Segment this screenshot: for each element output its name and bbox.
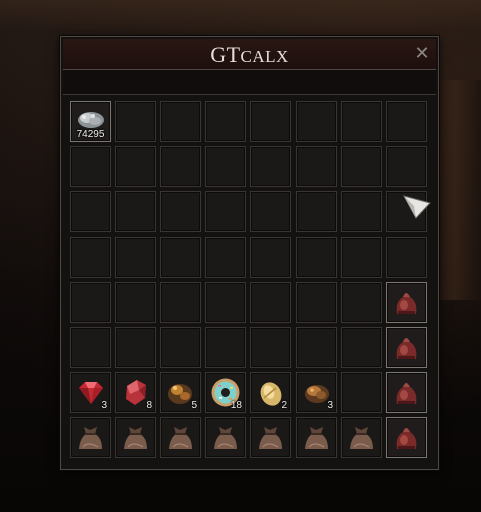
item-quantity: 18: [230, 400, 242, 411]
inventory-slot-empty[interactable]: [160, 282, 201, 323]
background-top-shade: [0, 0, 481, 30]
inventory-slot-empty[interactable]: [70, 237, 111, 278]
inventory-slot-empty[interactable]: [386, 146, 427, 187]
inventory-slot-empty[interactable]: [296, 146, 337, 187]
inventory-slot-empty[interactable]: [341, 237, 382, 278]
inventory-slot-red-bag-1[interactable]: [386, 282, 427, 323]
inventory-slot-empty[interactable]: [250, 191, 291, 232]
title-small-caps-text: CALX: [240, 47, 289, 66]
inventory-slot-ruby-gem[interactable]: 3: [70, 372, 111, 413]
inventory-slot-red-bag-4[interactable]: [386, 417, 427, 458]
inventory-slot-sack-5[interactable]: [250, 417, 291, 458]
inventory-slot-empty[interactable]: [70, 191, 111, 232]
inventory-slot-empty[interactable]: [115, 191, 156, 232]
inventory-grid: 74295 3 8 5 18 2 3: [70, 101, 432, 465]
title-main-text: GT: [210, 42, 241, 67]
inventory-slot-silver-ore[interactable]: 74295: [70, 101, 111, 142]
inventory-slot-empty[interactable]: [115, 327, 156, 368]
window-titlebar[interactable]: GTCALX ✕: [63, 39, 436, 70]
inventory-slot-empty[interactable]: [160, 237, 201, 278]
inventory-slot-empty[interactable]: [115, 282, 156, 323]
inventory-slot-red-bag-3[interactable]: [386, 372, 427, 413]
window-title: GTCALX: [63, 42, 436, 68]
sack-icon: [300, 421, 333, 454]
inventory-slot-empty[interactable]: [115, 146, 156, 187]
item-quantity: 8: [146, 400, 152, 411]
sack-icon: [254, 421, 287, 454]
inventory-slot-empty[interactable]: [250, 146, 291, 187]
sack-icon: [345, 421, 378, 454]
inventory-slot-empty[interactable]: [296, 327, 337, 368]
inventory-slot-empty[interactable]: [296, 191, 337, 232]
inventory-slot-empty[interactable]: [250, 237, 291, 278]
inventory-slot-empty[interactable]: [341, 327, 382, 368]
item-quantity: 2: [281, 400, 287, 411]
inventory-slot-empty[interactable]: [160, 327, 201, 368]
inventory-slot-empty[interactable]: [386, 101, 427, 142]
inventory-slot-empty[interactable]: [250, 327, 291, 368]
sack-icon: [74, 421, 107, 454]
inventory-slot-empty[interactable]: [250, 282, 291, 323]
close-icon[interactable]: ✕: [413, 45, 431, 63]
inventory-slot-empty[interactable]: [386, 237, 427, 278]
inventory-slot-empty[interactable]: [70, 327, 111, 368]
inventory-slot-empty[interactable]: [160, 146, 201, 187]
sack-icon: [209, 421, 242, 454]
item-quantity: 5: [191, 400, 197, 411]
inventory-slot-empty[interactable]: [160, 101, 201, 142]
inventory-slot-empty[interactable]: [160, 191, 201, 232]
inventory-slot-red-crystal[interactable]: 8: [115, 372, 156, 413]
inventory-slot-bread-item[interactable]: 2: [250, 372, 291, 413]
inventory-slot-empty[interactable]: [205, 327, 246, 368]
inventory-slot-sack-2[interactable]: [115, 417, 156, 458]
sack-icon: [164, 421, 197, 454]
item-quantity: 3: [327, 400, 333, 411]
background-wood-panel: [437, 80, 481, 300]
inventory-slot-sack-4[interactable]: [205, 417, 246, 458]
inventory-window: GTCALX ✕ 74295 3 8 5 18 2 3: [60, 36, 439, 470]
red-bag-icon: [390, 376, 423, 409]
sack-icon: [119, 421, 152, 454]
inventory-slot-amber-ore[interactable]: 5: [160, 372, 201, 413]
inventory-slot-sack-7[interactable]: [341, 417, 382, 458]
inventory-slot-empty[interactable]: [205, 146, 246, 187]
inventory-slot-empty[interactable]: [250, 101, 291, 142]
inventory-slot-brown-rock[interactable]: 3: [296, 372, 337, 413]
inventory-slot-sack-6[interactable]: [296, 417, 337, 458]
inventory-slot-red-bag-2[interactable]: [386, 327, 427, 368]
inventory-slot-sack-1[interactable]: [70, 417, 111, 458]
red-bag-icon: [390, 421, 423, 454]
inventory-slot-empty[interactable]: [205, 282, 246, 323]
inventory-slot-empty[interactable]: [70, 146, 111, 187]
inventory-slot-empty[interactable]: [70, 282, 111, 323]
inventory-slot-empty[interactable]: [341, 101, 382, 142]
inventory-slot-empty[interactable]: [205, 191, 246, 232]
inventory-slot-donut-item[interactable]: 18: [205, 372, 246, 413]
inventory-slot-sack-3[interactable]: [160, 417, 201, 458]
inventory-slot-empty[interactable]: [115, 101, 156, 142]
inventory-slot-empty[interactable]: [296, 101, 337, 142]
inventory-slot-empty[interactable]: [341, 146, 382, 187]
item-quantity: 74295: [76, 129, 105, 140]
window-subbar: [63, 70, 436, 95]
red-bag-icon: [390, 331, 423, 364]
inventory-slot-empty[interactable]: [296, 237, 337, 278]
mouse-cursor-icon: [403, 195, 431, 219]
inventory-slot-empty[interactable]: [205, 237, 246, 278]
inventory-slot-empty[interactable]: [341, 282, 382, 323]
item-quantity: 3: [101, 400, 107, 411]
inventory-slot-empty[interactable]: [296, 282, 337, 323]
red-bag-icon: [390, 286, 423, 319]
inventory-slot-empty[interactable]: [341, 372, 382, 413]
inventory-slot-empty[interactable]: [341, 191, 382, 232]
inventory-slot-empty[interactable]: [115, 237, 156, 278]
inventory-slot-empty[interactable]: [205, 101, 246, 142]
